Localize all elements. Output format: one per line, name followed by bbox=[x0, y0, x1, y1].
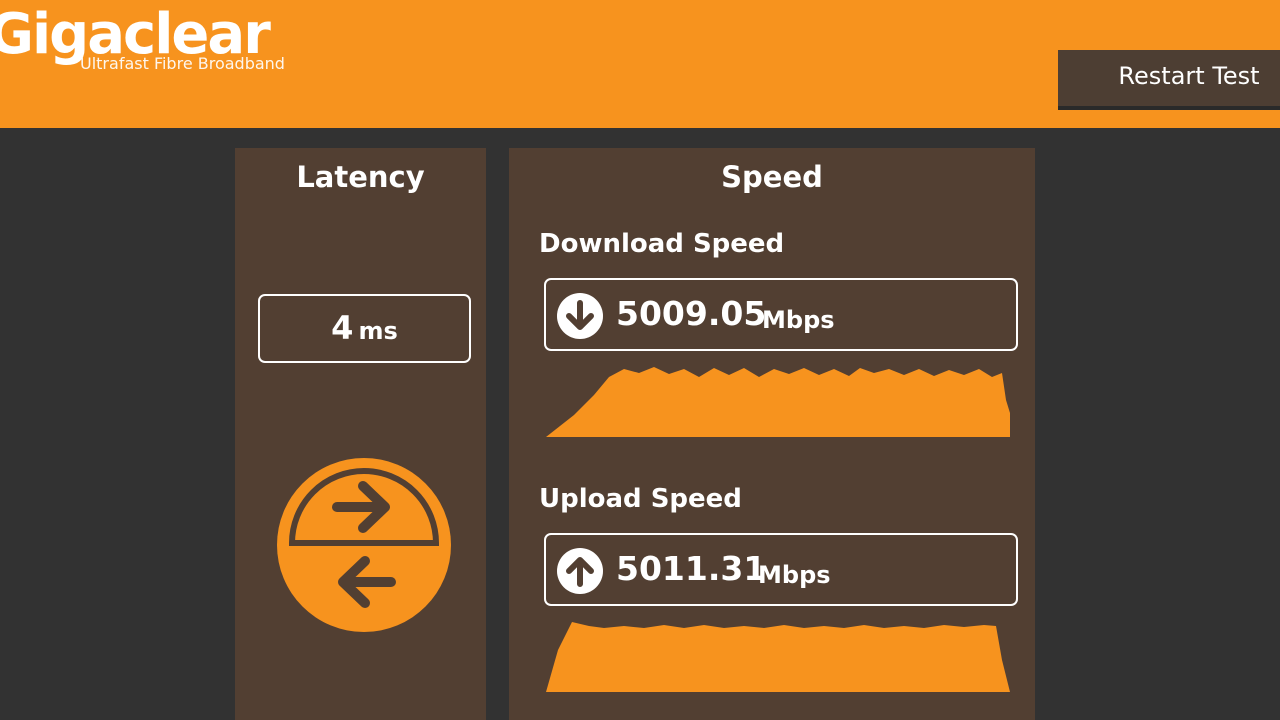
upload-arrow-icon bbox=[557, 548, 603, 594]
download-speed-graph bbox=[546, 367, 1010, 437]
download-speed-label: Download Speed bbox=[539, 229, 785, 259]
upload-speed-label: Upload Speed bbox=[539, 484, 742, 514]
download-speed-value: 5009.05 bbox=[616, 294, 767, 333]
upload-speed-graph bbox=[546, 622, 1010, 692]
latency-value: 4 bbox=[331, 309, 354, 347]
logo-tagline: Ultrafast Fibre Broadband bbox=[80, 54, 285, 73]
download-speed-readout: 5009.05 Mbps bbox=[544, 278, 1018, 351]
upload-speed-unit: Mbps bbox=[758, 561, 831, 589]
upload-speed-readout: 5011.31 Mbps bbox=[544, 533, 1018, 606]
speed-title: Speed bbox=[721, 160, 823, 194]
upload-speed-value: 5011.31 bbox=[616, 549, 767, 588]
download-speed-unit: Mbps bbox=[762, 306, 835, 334]
app-header: Gigaclear Ultrafast Fibre Broadband Rest… bbox=[0, 0, 1280, 128]
restart-test-button[interactable]: Restart Test bbox=[1058, 50, 1280, 106]
latency-title: Latency bbox=[296, 160, 425, 194]
latency-panel bbox=[235, 148, 486, 720]
latency-arrows-icon bbox=[277, 458, 451, 632]
latency-unit: ms bbox=[358, 317, 398, 345]
latency-readout: 4 ms bbox=[258, 294, 471, 363]
download-arrow-icon bbox=[557, 293, 603, 339]
